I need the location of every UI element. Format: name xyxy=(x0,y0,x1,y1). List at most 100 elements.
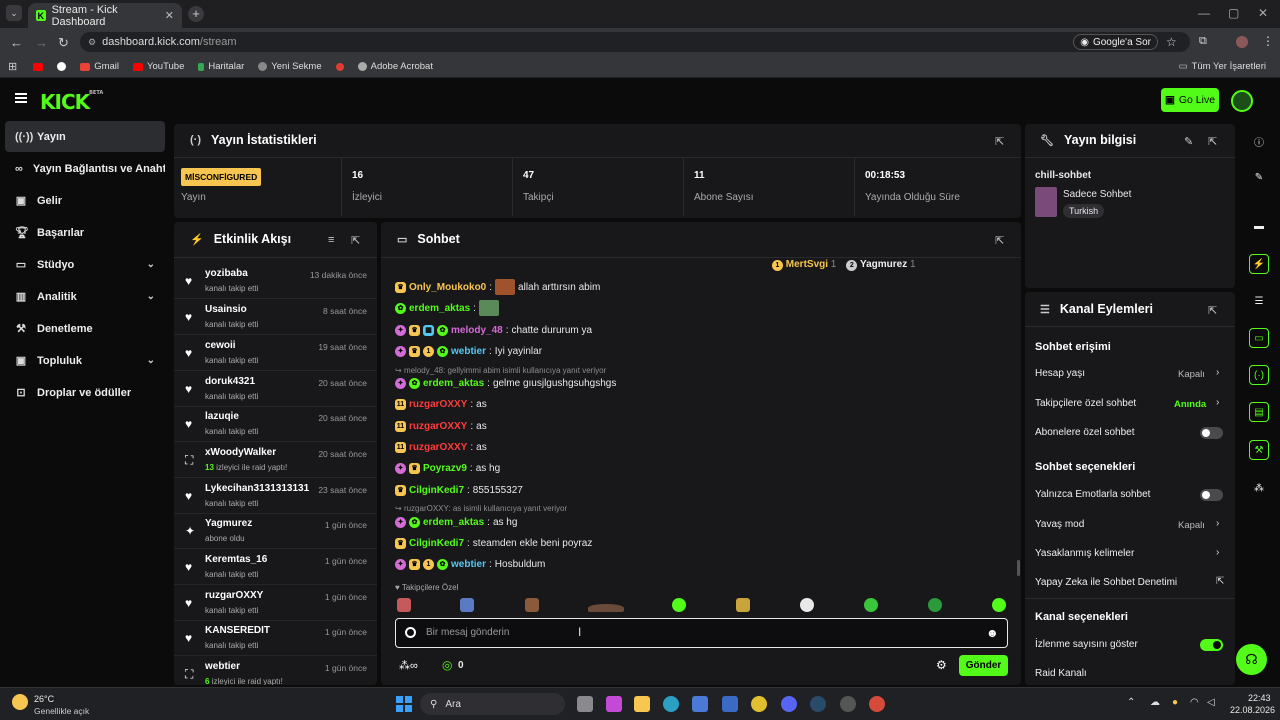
expand-icon[interactable]: ⇱ xyxy=(351,234,360,247)
chat-message[interactable]: ♛ Only_Moukoko0: allah arttırsın abim xyxy=(395,277,600,297)
close-tab-icon[interactable]: ✕ xyxy=(165,9,174,22)
task-view-icon[interactable] xyxy=(577,696,593,712)
apps-icon[interactable]: ⊞ xyxy=(8,60,17,73)
sidebar-item-droplar[interactable]: ⊡ Droplar ve ödüller xyxy=(5,377,165,408)
emoji-icon[interactable]: ☻ xyxy=(986,626,999,640)
send-button[interactable]: Gönder xyxy=(959,655,1008,676)
reload-icon[interactable]: ↻ xyxy=(58,35,69,51)
sidebar-item-gelir[interactable]: ▣ Gelir xyxy=(5,185,165,216)
activity-row[interactable]: ⛶ xWoodyWalker 20 saat önce 13 izleyici ile… xyxy=(174,442,377,478)
chat-username[interactable]: Only_Moukoko0 xyxy=(409,282,486,293)
bookmark-adobe[interactable] xyxy=(335,62,344,71)
filter-icon[interactable]: ≡ xyxy=(328,234,334,246)
external-link-icon[interactable]: ⇱ xyxy=(1216,576,1224,587)
expand-icon[interactable]: ⇱ xyxy=(995,234,1004,247)
chat-message[interactable]: 11 ruzgarOXXY: as xyxy=(395,437,487,457)
windows-start-icon[interactable] xyxy=(396,696,412,712)
menu-icon[interactable]: ⋮ xyxy=(1262,34,1274,48)
emote-image[interactable] xyxy=(736,598,750,612)
chat-username[interactable]: ruzgarOXXY xyxy=(409,421,467,432)
avatar[interactable] xyxy=(1231,90,1253,112)
list-icon[interactable]: ☰ xyxy=(1249,291,1269,311)
back-icon[interactable]: ← xyxy=(10,35,23,50)
bookmark-yeni-sekme[interactable]: Yeni Sekme xyxy=(258,61,322,72)
top-user[interactable]: 1 MertSvgi 1 xyxy=(772,259,836,271)
file-explorer-icon[interactable] xyxy=(634,696,650,712)
activity-row[interactable]: ♥ ruzgarOXXY 1 gün önce kanalı takip etti xyxy=(174,585,377,621)
chat-username[interactable]: webtier xyxy=(451,346,486,357)
emotes-only-toggle[interactable] xyxy=(1200,489,1223,501)
chevron-right-icon[interactable]: › xyxy=(1216,518,1219,529)
support-headset-icon[interactable]: ☊ xyxy=(1236,644,1267,675)
chevron-right-icon[interactable]: › xyxy=(1216,397,1219,408)
chat-username[interactable]: erdem_aktas xyxy=(409,303,470,314)
chat-username[interactable]: CilginKedi7 xyxy=(409,485,464,496)
chrome-icon[interactable] xyxy=(869,696,885,712)
top-user[interactable]: 2 Yagmurez 1 xyxy=(846,259,916,271)
sidebar-item-studyo[interactable]: ▭ Stüdyo ⌄ xyxy=(5,249,165,280)
drops-icon[interactable]: ⁂∞ xyxy=(399,659,418,672)
sidebar-item-denetleme[interactable]: ⚒ Denetleme xyxy=(5,313,165,344)
expand-icon[interactable]: ⇱ xyxy=(1208,304,1217,317)
bookmark-youtube[interactable]: YouTube xyxy=(133,61,184,72)
emote-image[interactable] xyxy=(672,598,686,612)
chat-message[interactable]: ✦ ♛ 1 ✿ webtier: Hosbuldum xyxy=(395,554,545,574)
chat-message[interactable]: 11 ruzgarOXXY: as xyxy=(395,394,487,414)
edit-icon[interactable]: ✎ xyxy=(1249,167,1269,187)
emote-image[interactable] xyxy=(864,598,878,612)
tray-volume-icon[interactable]: ◁ xyxy=(1207,697,1215,708)
chat-settings-icon[interactable]: ⚙ xyxy=(936,658,947,672)
chat-username[interactable]: erdem_aktas xyxy=(423,378,484,389)
category-thumbnail[interactable] xyxy=(1035,187,1057,217)
edit-icon[interactable]: ✎ xyxy=(1184,135,1193,148)
go-live-button[interactable]: ▣ Go Live xyxy=(1161,88,1219,112)
chrome-icon[interactable] xyxy=(751,696,767,712)
chat-message[interactable]: ✦ ✿ erdem_aktas: as hg xyxy=(395,512,517,532)
tray-chevron-icon[interactable]: ⌃ xyxy=(1127,697,1135,708)
chat-icon[interactable]: ▭ xyxy=(1249,328,1269,348)
lightning-icon[interactable]: ⚡ xyxy=(1249,254,1269,274)
chat-scrollbar[interactable] xyxy=(1017,560,1020,576)
chat-username[interactable]: ruzgarOXXY xyxy=(409,399,467,410)
expand-icon[interactable]: ⇱ xyxy=(1208,135,1217,148)
tray-mic-icon[interactable]: ● xyxy=(1172,697,1178,708)
sidebar-item-stream-key[interactable]: ∞ Yayın Bağlantısı ve Anahtarı xyxy=(5,153,165,184)
chat-username[interactable]: Poyrazv9 xyxy=(423,463,467,474)
card-icon[interactable]: ▬ xyxy=(1249,216,1269,236)
wrench-icon[interactable]: ⚒ xyxy=(1249,440,1269,460)
chat-message-input[interactable]: Bir mesaj gönderin I ☻ xyxy=(395,618,1008,648)
mail-icon[interactable] xyxy=(722,696,738,712)
emote-image[interactable] xyxy=(460,598,474,612)
drops-icon[interactable]: ⁂ xyxy=(1249,478,1269,498)
sidebar-item-yayin[interactable]: ((·)) Yayın xyxy=(5,121,165,152)
chat-message[interactable]: ✿ erdem_aktas: xyxy=(395,298,499,318)
weather-icon[interactable] xyxy=(12,694,28,710)
minimize-icon[interactable]: — xyxy=(1198,6,1210,20)
profile-icon[interactable] xyxy=(1236,36,1248,48)
stats-icon[interactable]: ▤ xyxy=(1249,402,1269,422)
url-field[interactable]: ⚙ dashboard.kick.com/stream xyxy=(80,32,1190,52)
tray-wifi-icon[interactable]: ◠ xyxy=(1190,697,1199,708)
info-icon[interactable]: ⓘ xyxy=(1249,131,1269,151)
bookmark-youtube-1[interactable] xyxy=(33,62,44,71)
chat-username[interactable]: webtier xyxy=(451,559,486,570)
activity-row[interactable]: ✦ Yagmurez 1 gün önce abone oldu xyxy=(174,513,377,549)
sidebar-item-topluluk[interactable]: ▣ Topluluk ⌄ xyxy=(5,345,165,376)
chat-username[interactable]: erdem_aktas xyxy=(423,517,484,528)
activity-row[interactable]: ♥ Usainsio 8 saat önce kanalı takip etti xyxy=(174,299,377,335)
forward-icon[interactable]: → xyxy=(35,35,48,50)
chat-message[interactable]: ✦ ✿ erdem_aktas: gelme gıusjlgushgsuhgshgs xyxy=(395,373,616,393)
edge-icon[interactable] xyxy=(663,696,679,712)
maximize-icon[interactable]: ▢ xyxy=(1228,6,1239,20)
chat-message[interactable]: ✦ ♛ 1 ✿ webtier: Iyi yayinlar xyxy=(395,341,542,361)
expand-icon[interactable]: ⇱ xyxy=(995,135,1004,148)
emote-image[interactable] xyxy=(928,598,942,612)
chevron-right-icon[interactable]: › xyxy=(1216,547,1219,558)
subs-only-toggle[interactable] xyxy=(1200,427,1223,439)
emote-image[interactable] xyxy=(588,604,624,612)
discord-icon[interactable] xyxy=(781,696,797,712)
site-info-icon[interactable]: ⚙ xyxy=(88,37,96,48)
clock-date[interactable]: 22.08.2026 xyxy=(1230,705,1275,715)
chat-message[interactable]: ♛ CilginKedi7:855155327 xyxy=(395,480,523,500)
chat-message[interactable]: ♛ CilginKedi7: steamden ekle beni poyraz xyxy=(395,533,592,553)
